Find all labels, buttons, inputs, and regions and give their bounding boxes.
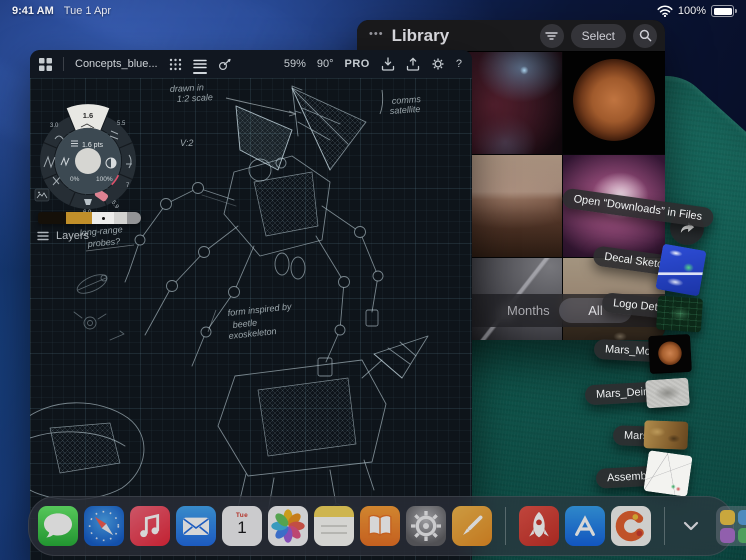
dock-safari-icon[interactable] [84,506,124,546]
list-lines-icon [545,31,558,40]
search-icon [639,29,651,42]
chevron-down-icon [683,521,699,531]
status-bar: 9:41 AM Tue 1 Apr 100% [0,0,746,22]
drag-thumb-mars[interactable] [643,420,689,450]
precision-grid-icon[interactable] [169,58,182,71]
battery-icon [711,5,737,17]
dock-sketch-pen-icon[interactable] [452,506,492,546]
opacity-min-label: 0% [70,176,80,183]
swatch-lightgray[interactable] [114,212,127,224]
library-title: Library [391,25,450,45]
rotation-value[interactable]: 90° [317,58,334,70]
dock-app-library-icon[interactable] [716,506,746,546]
help-button[interactable]: ? [456,58,462,70]
settings-gear-icon[interactable] [431,57,445,71]
import-icon[interactable] [381,57,395,71]
zoom-level[interactable]: 59% [284,58,306,70]
photo-horsehead-nebula[interactable] [460,52,562,154]
view-options-button[interactable] [539,23,564,48]
status-time: 9:41 AM [12,5,54,17]
swatch-gray[interactable] [127,212,141,224]
color-puck[interactable] [75,148,101,174]
dock-calendar-icon[interactable]: Tue 1 [222,506,262,546]
dock-app-store-icon[interactable] [565,506,605,546]
divider [63,57,64,71]
export-icon[interactable] [406,57,420,71]
battery-percent: 100% [677,5,706,17]
swatch-white-selected[interactable] [92,212,114,224]
ring-size-label: 3.0 [50,123,59,129]
layers-label: Layers [56,230,90,242]
wifi-icon [657,5,673,17]
dock-rocket-icon[interactable] [519,506,559,546]
library-header: ••• Library Select [357,20,665,52]
swatch-dark[interactable] [38,212,66,224]
concepts-toolbar: Concepts_blue... 59% 90° PRO ? [30,50,472,78]
dock-notes-icon[interactable] [314,506,354,546]
drag-thumb-mars-deimos[interactable] [645,377,690,409]
drag-thumb-mars-model[interactable] [648,333,692,375]
svg-text:5.5: 5.5 [117,121,126,127]
dock: Tue 1 [28,496,746,556]
svg-text:5.9: 5.9 [110,200,120,211]
photo-mars-globe[interactable] [563,52,665,154]
layers-list-icon[interactable] [192,59,207,70]
drag-thumb-decal-sketches[interactable] [655,243,707,297]
dock-settings-icon[interactable] [406,506,446,546]
pro-badge[interactable]: PRO [345,58,370,70]
image-import-icon[interactable] [34,188,50,202]
layers-button[interactable]: Layers [37,230,89,242]
dock-mail-icon[interactable] [176,506,216,546]
color-palette[interactable] [38,212,141,224]
search-button[interactable] [633,23,657,48]
status-date: Tue 1 Apr [63,5,112,17]
svg-text:1:2 scale: 1:2 scale [177,92,214,104]
dock-music-icon[interactable] [130,506,170,546]
annotation-version: V:2 [180,138,193,148]
drawing-canvas[interactable]: drawn in 1:2 scale comms satellite V:2 l… [30,78,472,560]
stroke-size-label: 1.6 pts [82,142,104,149]
dock-books-icon[interactable] [360,506,400,546]
tool-wheel[interactable]: 1.6 3.0 5.5 7 5.9 6.9 [31,101,145,221]
window-controls-menu[interactable]: ••• [369,28,384,40]
dock-collapse-chevron[interactable] [678,506,704,546]
tab-months[interactable]: Months [507,303,550,318]
opacity-max-label: 100% [96,176,113,183]
dock-divider [664,507,665,545]
photo-martian-hills[interactable] [460,155,562,257]
gallery-grid-icon[interactable] [39,57,52,71]
drag-thumb-logo-detail[interactable] [655,295,704,333]
ipad-screen: 9:41 AM Tue 1 Apr 100% ••• Library Selec… [0,0,746,560]
hamburger-icon [37,231,49,241]
pen-settings-icon[interactable] [218,58,232,71]
document-title[interactable]: Concepts_blue... [75,58,158,70]
dock-divider [505,507,506,545]
drag-thumb-assembly[interactable] [643,450,693,497]
dock-messages-icon[interactable] [38,506,78,546]
annotation-beetle: form inspired by [227,301,292,318]
active-tool-size: 1.6 [83,111,93,120]
calendar-day: 1 [237,518,247,537]
select-button[interactable]: Select [570,23,626,48]
swatch-gold[interactable] [66,212,92,224]
svg-text:satellite: satellite [389,104,420,116]
dock-photos-icon[interactable] [268,506,308,546]
concepts-app-window: Concepts_blue... 59% 90° PRO ? drawn in … [30,50,472,560]
dock-concepts-icon[interactable] [611,506,651,546]
